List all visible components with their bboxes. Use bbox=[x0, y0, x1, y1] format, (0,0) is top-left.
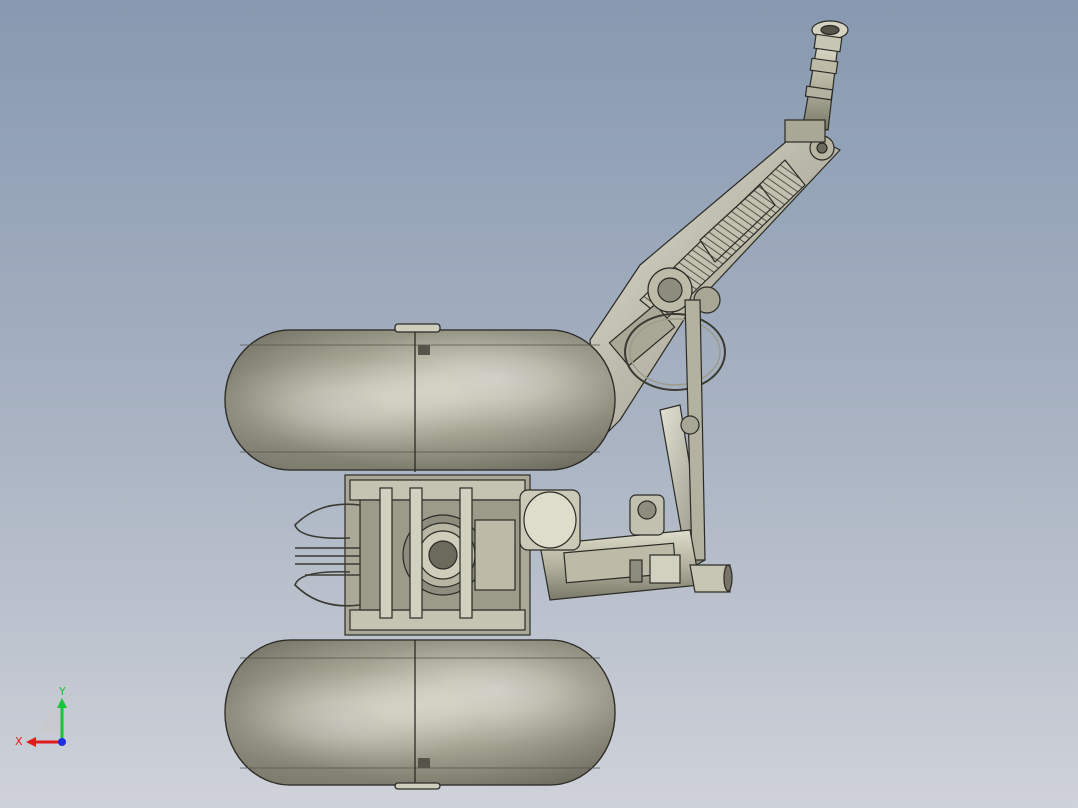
y-axis-arrowhead bbox=[57, 698, 67, 708]
triad-plane bbox=[39, 712, 60, 734]
cad-graphics-viewport[interactable]: Y X bbox=[0, 0, 1078, 808]
main-strut[interactable] bbox=[589, 129, 841, 441]
lower-tire[interactable] bbox=[224, 639, 616, 790]
landing-gear-model[interactable] bbox=[0, 0, 1078, 808]
z-axis-point bbox=[58, 738, 66, 746]
x-axis-arrowhead bbox=[26, 737, 36, 747]
y-axis-label: Y bbox=[58, 685, 66, 698]
upper-pivot-tube[interactable] bbox=[784, 20, 849, 143]
x-axis-label: X bbox=[15, 735, 23, 748]
upper-tire[interactable] bbox=[224, 323, 616, 472]
coordinate-triad: Y X bbox=[15, 685, 67, 748]
